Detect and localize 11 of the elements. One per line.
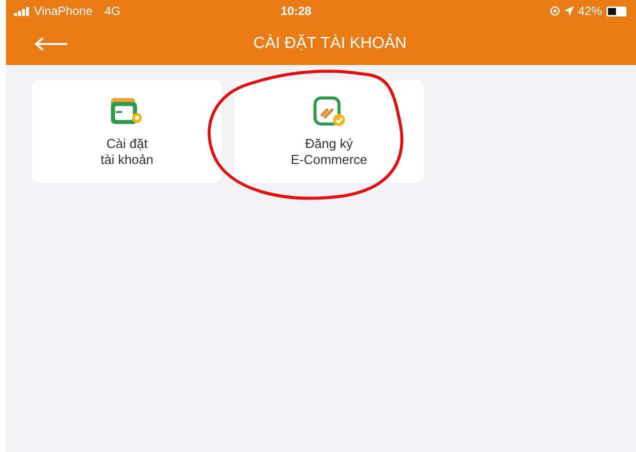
back-button[interactable]: [34, 36, 68, 50]
signal-icon: [14, 6, 30, 16]
battery-icon: [606, 6, 628, 16]
battery-percent: 42%: [578, 3, 602, 20]
location-arrow-icon: [564, 6, 574, 16]
menu-tile[interactable]: Cài đặt tài khoản: [32, 80, 222, 183]
network-type: 4G: [104, 3, 121, 20]
page-title: CÀI ĐẶT TÀI KHOẢN: [252, 32, 408, 54]
carrier-name: VinaPhone: [34, 3, 92, 20]
clock-time: 10:28: [280, 3, 312, 20]
menu-tile[interactable]: Đăng ký E-Commerce: [234, 80, 424, 183]
